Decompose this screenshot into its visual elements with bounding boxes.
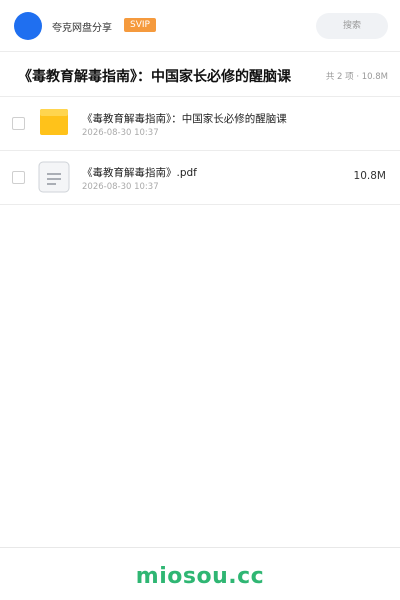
folder-header: 《毒教育解毒指南》：中国家长必修的醒脑课 共 2 项 · 10.8M: [0, 53, 400, 97]
svip-badge[interactable]: SVIP: [124, 18, 156, 32]
file-row-folder[interactable]: 《毒教育解毒指南》：中国家长必修的醒脑课 2026-08-30 10:37: [0, 97, 400, 151]
file-date: 2026-08-30 10:37: [82, 182, 159, 192]
file-date: 2026-08-30 10:37: [82, 128, 159, 138]
brand-label: 夸克网盘分享: [52, 23, 112, 34]
select-checkbox[interactable]: [12, 171, 25, 184]
file-name[interactable]: 《毒教育解毒指南》.pdf: [82, 165, 332, 180]
file-row-pdf[interactable]: 《毒教育解毒指南》.pdf 2026-08-30 10:37 10.8M: [0, 151, 400, 205]
search-input[interactable]: 搜索: [316, 13, 388, 39]
site-watermark: miosou.cc: [135, 564, 265, 589]
document-icon: [38, 161, 70, 193]
file-name[interactable]: 《毒教育解毒指南》：中国家长必修的醒脑课: [82, 111, 332, 126]
file-summary: 共 2 项 · 10.8M: [325, 72, 388, 82]
file-size: 10.8M: [353, 170, 386, 182]
top-bar: 夸克网盘分享 SVIP 搜索: [0, 0, 400, 52]
page-title: 《毒教育解毒指南》：中国家长必修的醒脑课: [18, 69, 291, 85]
avatar[interactable]: [14, 12, 42, 40]
folder-icon: [40, 109, 68, 135]
footer: miosou.cc: [0, 547, 400, 600]
select-checkbox[interactable]: [12, 117, 25, 130]
